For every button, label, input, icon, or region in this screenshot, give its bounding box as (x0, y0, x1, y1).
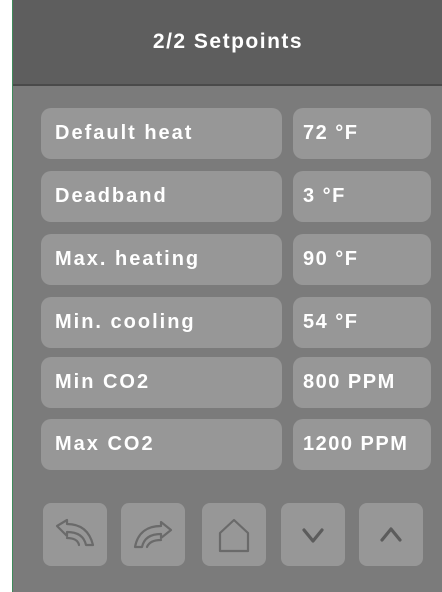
redo-icon (133, 520, 173, 548)
undo-icon (55, 518, 95, 546)
setpoint-label: Default heat (55, 122, 194, 144)
setpoint-label: Max CO2 (55, 433, 155, 455)
setpoint-value-button[interactable]: 1200 PPM (293, 419, 431, 470)
header-bar: 2/2 Setpoints (13, 0, 442, 86)
scroll-up-button[interactable] (359, 503, 423, 566)
setpoint-value: 54 °F (303, 311, 359, 333)
setpoint-value-button[interactable]: 3 °F (293, 171, 431, 222)
chevron-down-icon (302, 527, 324, 543)
setpoint-label: Min. cooling (55, 311, 196, 333)
setpoint-value: 72 °F (303, 122, 359, 144)
undo-button[interactable] (43, 503, 107, 566)
setpoint-label: Deadband (55, 185, 168, 207)
redo-button[interactable] (121, 503, 185, 566)
setpoint-value-button[interactable]: 54 °F (293, 297, 431, 348)
page-title: 2/2 Setpoints (152, 30, 304, 53)
setpoint-label-button[interactable]: Min CO2 (41, 357, 282, 408)
setpoint-value-button[interactable]: 90 °F (293, 234, 431, 285)
scroll-down-button[interactable] (281, 503, 345, 566)
setpoint-value-button[interactable]: 72 °F (293, 108, 431, 159)
home-icon (218, 518, 250, 552)
setpoint-label-button[interactable]: Max CO2 (41, 419, 282, 470)
setpoint-label-button[interactable]: Deadband (41, 171, 282, 222)
setpoint-label-button[interactable]: Min. cooling (41, 297, 282, 348)
setpoint-value: 800 PPM (303, 371, 396, 393)
setpoint-label-button[interactable]: Max. heating (41, 234, 282, 285)
setpoint-value: 1200 PPM (303, 433, 409, 455)
home-button[interactable] (202, 503, 266, 566)
setpoint-label: Max. heating (55, 248, 201, 270)
setpoint-label-button[interactable]: Default heat (41, 108, 282, 159)
setpoint-label: Min CO2 (55, 371, 151, 393)
setpoint-value: 3 °F (303, 185, 346, 207)
setpoint-value: 90 °F (303, 248, 359, 270)
thermostat-screen: 2/2 Setpoints Default heat 72 °F Deadban… (12, 0, 442, 592)
chevron-up-icon (380, 526, 402, 542)
setpoint-value-button[interactable]: 800 PPM (293, 357, 431, 408)
